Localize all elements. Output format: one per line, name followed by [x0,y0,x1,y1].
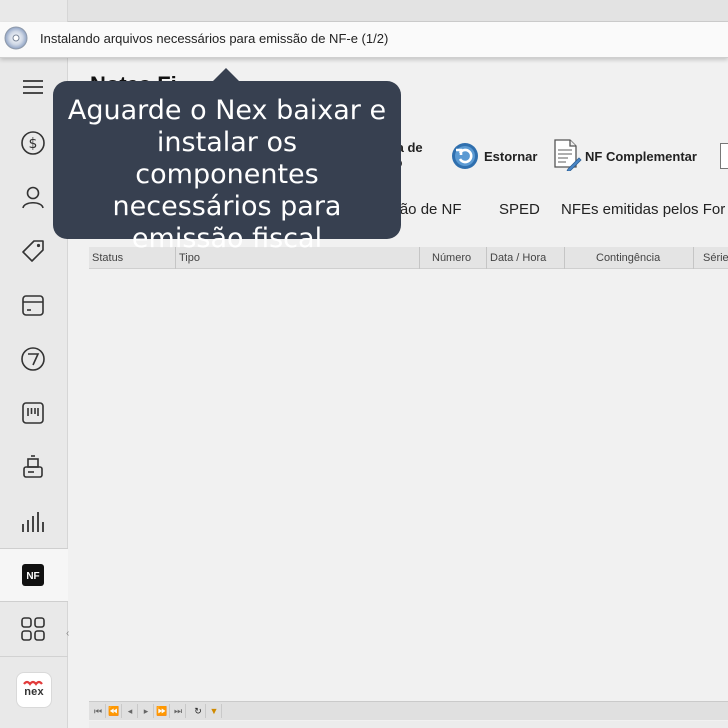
dashboard-icon[interactable] [17,343,49,375]
filter-icon[interactable]: ▼ [207,704,222,718]
nex-logo-text: nex [24,686,44,698]
toolbar-partial-button[interactable] [720,143,728,169]
nf-icon[interactable]: NF [17,559,49,591]
window-top-strip [68,0,728,22]
prev-page-icon[interactable]: ◂ [123,704,138,718]
undo-icon[interactable] [450,141,480,171]
sidebar-divider [0,656,68,657]
tooltip-arrow [212,68,240,82]
chart-icon[interactable] [17,505,49,537]
tag-icon[interactable] [17,235,49,267]
box-icon[interactable] [17,289,49,321]
status-strip [89,721,728,728]
apps-grid-icon[interactable] [17,613,49,645]
table-body [89,269,728,701]
onboarding-tooltip: Aguarde o Nex baixar e instalar os compo… [53,81,401,254]
pager-bar: ⏮ ⏪ ◂ ▸ ⏩ ⏭ ↻ ▼ [89,701,728,720]
install-notification-bar: Instalando arquivos necessários para emi… [0,22,728,58]
last-page-icon[interactable]: ⏭ [171,704,186,718]
barcode-icon[interactable] [17,397,49,429]
nf-complementar-button[interactable]: NF Complementar [585,149,697,164]
first-page-icon[interactable]: ⏮ [91,704,106,718]
nex-logo[interactable]: nex [16,672,52,708]
register-icon[interactable] [17,451,49,483]
column-serie[interactable]: Série [694,247,728,269]
next-page-set-icon[interactable]: ⏩ [155,704,170,718]
refresh-icon[interactable]: ↻ [191,704,206,718]
prev-page-set-icon[interactable]: ⏪ [107,704,122,718]
column-numero[interactable]: Número [420,247,487,269]
svg-text:$: $ [29,136,38,152]
document-edit-icon[interactable] [552,139,582,171]
svg-text:NF: NF [26,571,39,582]
user-icon[interactable] [17,181,49,213]
tooltip-text: Aguarde o Nex baixar e instalar os compo… [67,95,387,254]
menu-icon[interactable] [17,71,49,103]
notification-message: Instalando arquivos necessários para emi… [40,31,389,46]
next-page-icon[interactable]: ▸ [139,704,154,718]
disc-icon [4,26,28,50]
dollar-icon[interactable]: $ [17,127,49,159]
collapse-handle[interactable]: ‹ [66,628,69,639]
column-data-hora[interactable]: Data / Hora [487,247,565,269]
tab-sped[interactable]: SPED [499,201,540,218]
estornar-button[interactable]: Estornar [484,149,537,164]
tab-nfes-fornecedores[interactable]: NFEs emitidas pelos For [561,201,725,218]
column-contingencia[interactable]: Contingência [565,247,694,269]
